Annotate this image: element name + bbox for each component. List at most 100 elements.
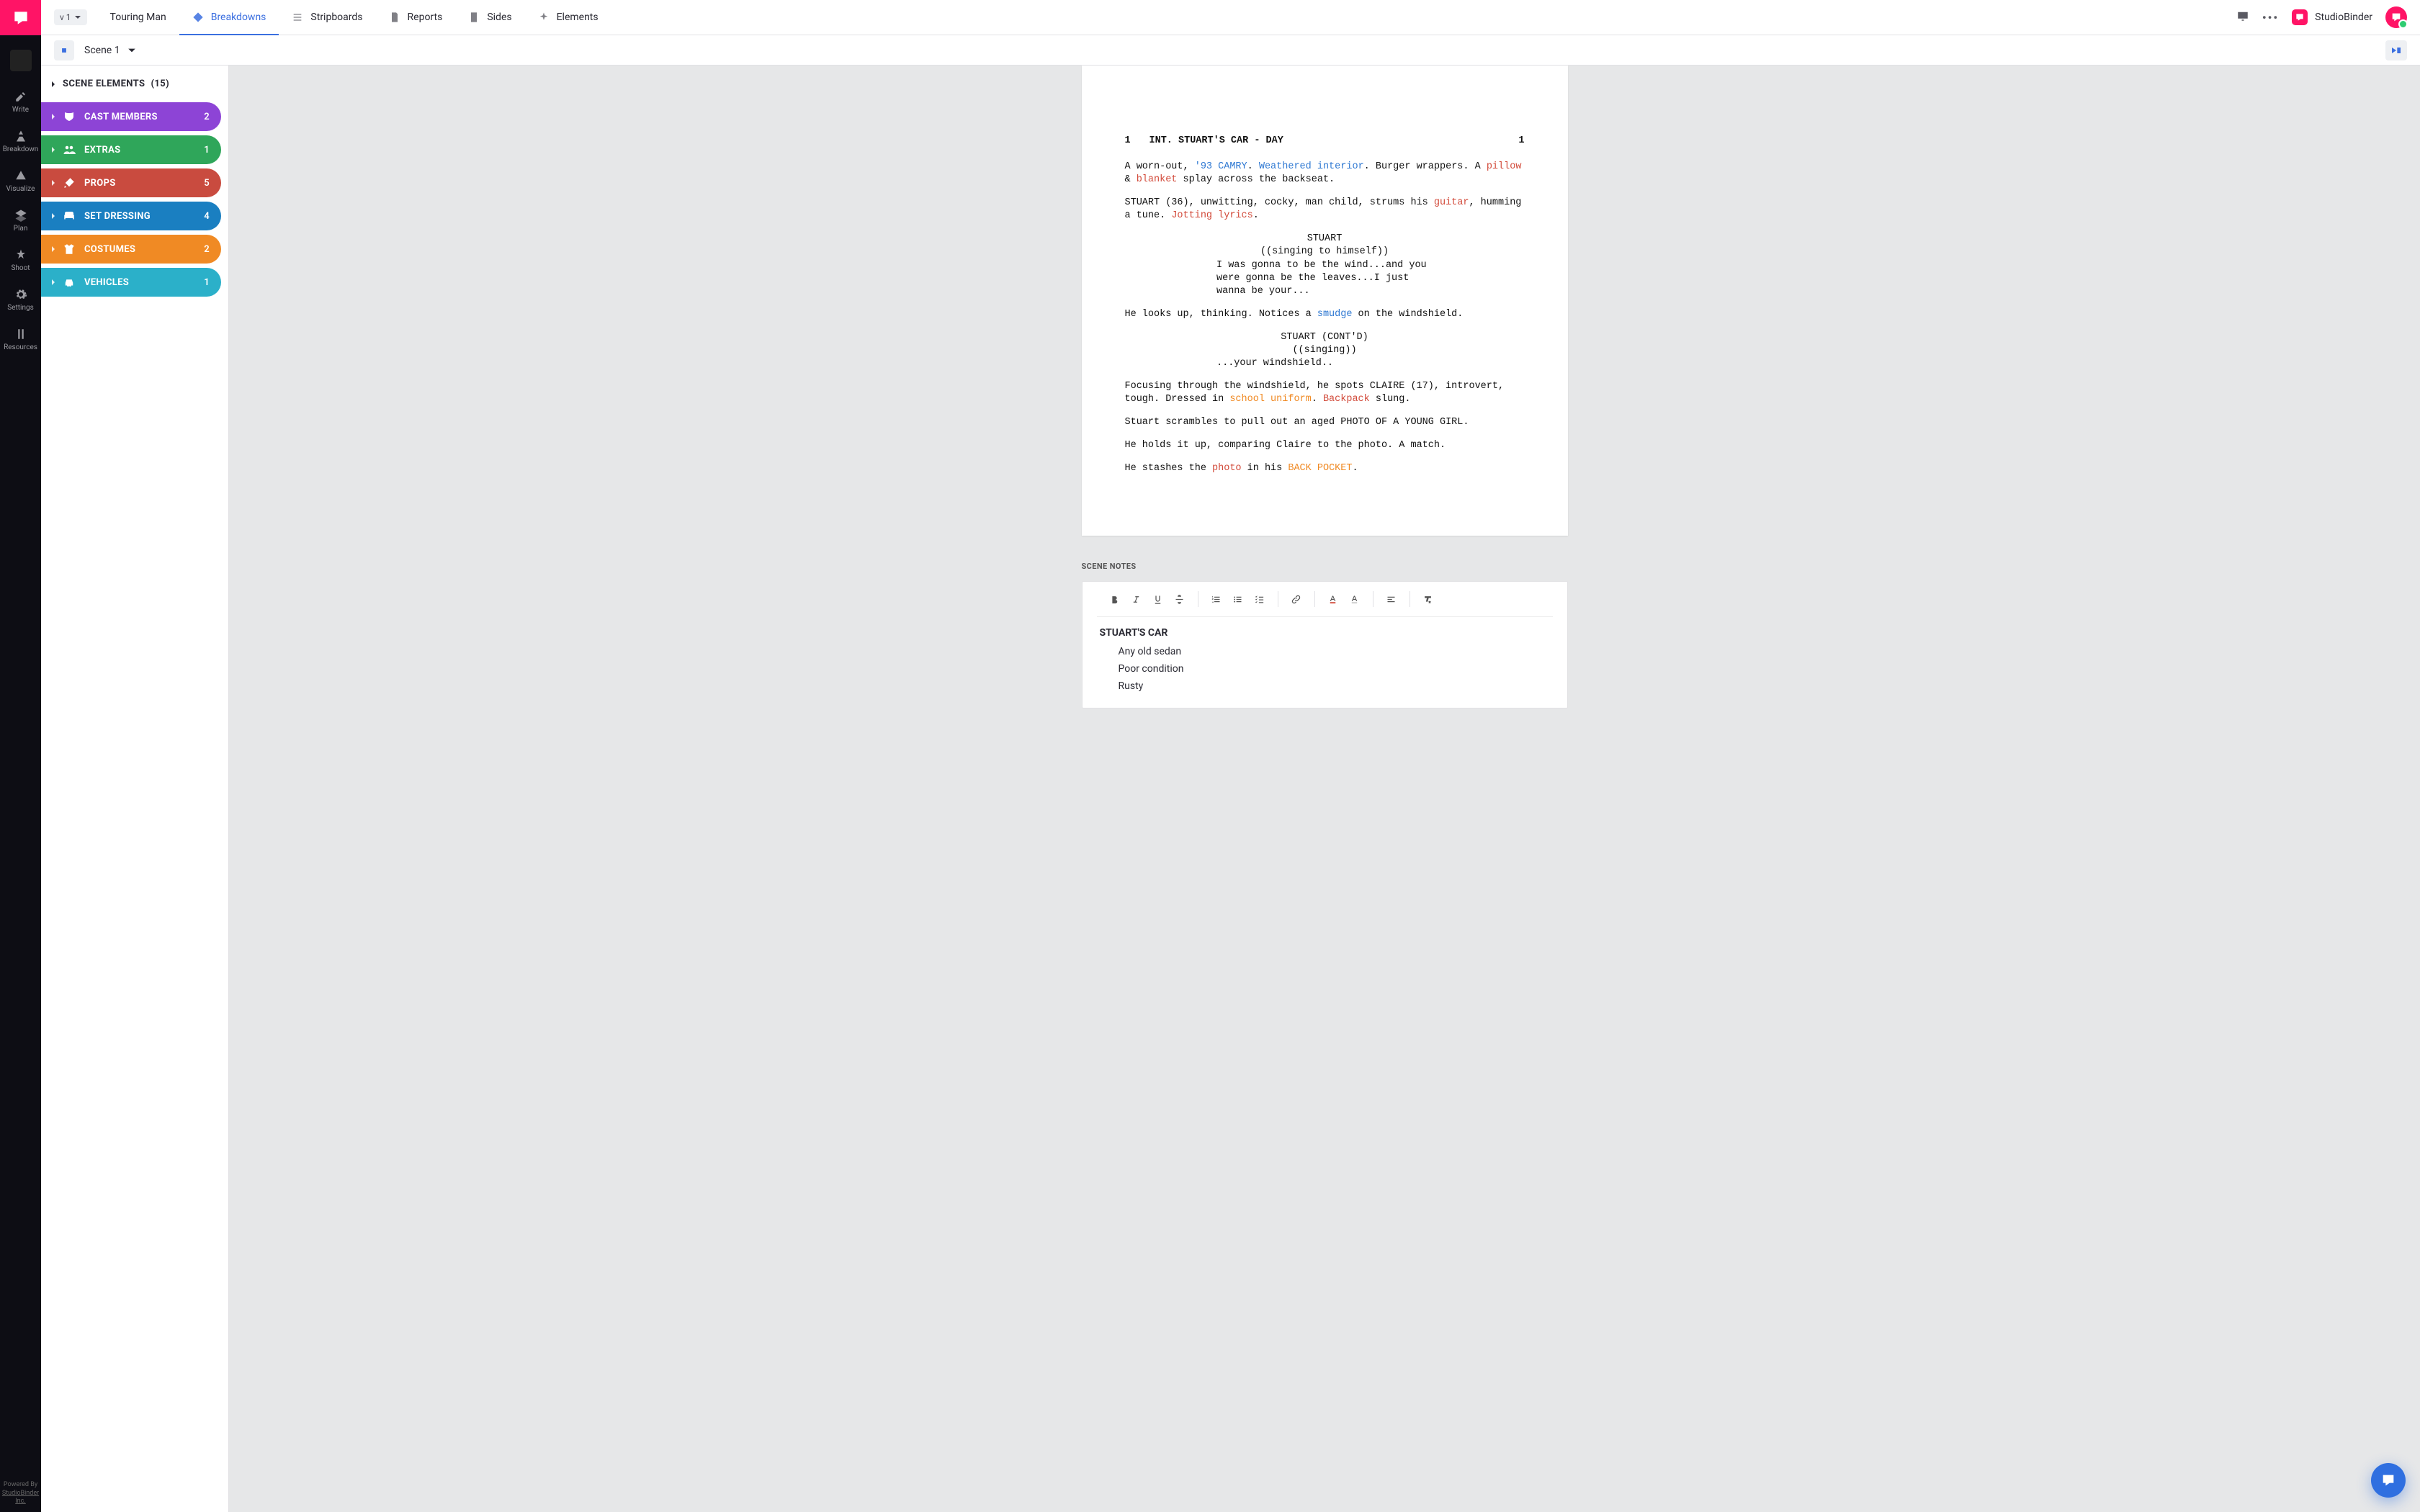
- brand-square-icon: [2292, 9, 2308, 25]
- action-paragraph[interactable]: A worn-out, '93 CAMRY. Weathered interio…: [1125, 161, 1525, 186]
- scene-view-toggle[interactable]: [54, 40, 74, 60]
- script-workspace[interactable]: 1 INT. STUART'S CAR - DAY 1 A worn-out, …: [229, 66, 2420, 1512]
- category-label: Props: [84, 178, 204, 189]
- sparkle-icon: [538, 12, 550, 23]
- bullet-list-button[interactable]: [1227, 589, 1249, 609]
- rail-item-visualize[interactable]: Visualize: [0, 162, 41, 202]
- version-selector[interactable]: v 1: [54, 9, 87, 25]
- category-set-dressing[interactable]: Set Dressing 4: [41, 202, 221, 230]
- scene-notes-title: SCENE NOTES: [1082, 562, 1568, 571]
- shirt-icon: [63, 243, 76, 256]
- checklist-button[interactable]: [1249, 589, 1270, 609]
- text-color-button[interactable]: [1322, 589, 1344, 609]
- account-chip[interactable]: StudioBinder: [2292, 9, 2372, 25]
- notes-editor[interactable]: STUART'S CAR Any old sedan Poor conditio…: [1083, 627, 1567, 695]
- link-button[interactable]: [1286, 589, 1307, 609]
- bold-button[interactable]: [1104, 589, 1126, 609]
- help-chat-button[interactable]: [2371, 1463, 2406, 1498]
- category-count: 2: [204, 244, 210, 255]
- chevron-right-icon: [50, 81, 57, 88]
- align-button[interactable]: [1381, 589, 1402, 609]
- scene-selector[interactable]: Scene 1: [84, 45, 136, 56]
- more-menu[interactable]: •••: [2262, 11, 2279, 24]
- tagged-element[interactable]: pillow: [1487, 161, 1522, 172]
- notes-heading[interactable]: STUART'S CAR: [1100, 627, 1550, 639]
- notes-bullet[interactable]: Poor condition: [1119, 660, 1550, 678]
- tab-reports[interactable]: Reports: [376, 0, 456, 35]
- tagged-element[interactable]: smudge: [1317, 309, 1353, 320]
- slugline: INT. STUART'S CAR - DAY: [1150, 135, 1500, 148]
- tagged-element[interactable]: photo: [1212, 463, 1242, 474]
- dialogue-line[interactable]: ...your windshield..: [1216, 357, 1433, 370]
- tab-label: Reports: [408, 12, 443, 23]
- rail-item-write[interactable]: Write: [0, 83, 41, 122]
- parenthetical[interactable]: ((singing to himself)): [1125, 246, 1525, 258]
- tab-label: Sides: [487, 12, 511, 23]
- script-page[interactable]: 1 INT. STUART'S CAR - DAY 1 A worn-out, …: [1082, 66, 1568, 536]
- dialogue-line[interactable]: wanna be your...: [1216, 285, 1433, 298]
- dialogue-line[interactable]: I was gonna to be the wind...and you: [1216, 259, 1433, 272]
- category-vehicles[interactable]: Vehicles 1: [41, 268, 221, 297]
- brush-icon: [63, 176, 76, 189]
- character-cue[interactable]: STUART: [1125, 233, 1525, 246]
- action-paragraph[interactable]: STUART (36), unwitting, cocky, man child…: [1125, 197, 1525, 222]
- tagged-element[interactable]: '93 CAMRY: [1195, 161, 1247, 172]
- parenthetical[interactable]: ((singing)): [1125, 344, 1525, 357]
- category-extras[interactable]: Extras 1: [41, 135, 221, 164]
- tagging-toggle[interactable]: [2385, 40, 2407, 60]
- category-props[interactable]: Props 5: [41, 168, 221, 197]
- tab-stripboards[interactable]: Stripboards: [279, 0, 375, 35]
- action-paragraph[interactable]: He looks up, thinking. Notices a smudge …: [1125, 308, 1525, 321]
- italic-button[interactable]: [1126, 589, 1147, 609]
- tagged-element[interactable]: Backpack: [1323, 394, 1370, 405]
- ordered-list-button[interactable]: [1206, 589, 1227, 609]
- brand-logo[interactable]: [0, 0, 41, 35]
- category-cast-members[interactable]: Cast Members 2: [41, 102, 221, 131]
- strikethrough-button[interactable]: [1169, 589, 1191, 609]
- action-paragraph[interactable]: Stuart scrambles to pull out an aged PHO…: [1125, 416, 1525, 429]
- tab-label: Elements: [557, 12, 599, 23]
- action-paragraph[interactable]: He holds it up, comparing Claire to the …: [1125, 439, 1525, 452]
- category-label: Cast Members: [84, 112, 204, 122]
- tab-elements[interactable]: Elements: [525, 0, 611, 35]
- tab-sides[interactable]: Sides: [455, 0, 524, 35]
- rail-label: Settings: [0, 304, 41, 312]
- notes-bullet[interactable]: Rusty: [1119, 678, 1550, 695]
- left-rail: Write Breakdown Visualize Plan Shoot Set…: [0, 0, 41, 1512]
- tab-breakdowns[interactable]: Breakdowns: [179, 0, 279, 35]
- rail-item-shoot[interactable]: Shoot: [0, 241, 41, 281]
- tagged-element[interactable]: blanket: [1137, 174, 1178, 185]
- tagged-element[interactable]: guitar: [1434, 197, 1469, 208]
- rail-item-settings[interactable]: Settings: [0, 281, 41, 320]
- action-paragraph[interactable]: Focusing through the windshield, he spot…: [1125, 380, 1525, 406]
- rail-item-resources[interactable]: Resources: [0, 320, 41, 360]
- scene-notes-card: STUART'S CAR Any old sedan Poor conditio…: [1082, 581, 1568, 708]
- chevron-right-icon: [50, 113, 57, 120]
- chevron-down-icon: [74, 14, 81, 21]
- user-avatar[interactable]: [2385, 6, 2407, 28]
- present-icon[interactable]: [2236, 9, 2249, 25]
- scene-elements-count: (15): [151, 78, 169, 89]
- rail-item-breakdown[interactable]: Breakdown: [0, 122, 41, 162]
- underline-button[interactable]: [1147, 589, 1169, 609]
- tagged-element[interactable]: school uniform: [1229, 394, 1311, 405]
- project-title-tab[interactable]: Touring Man: [97, 0, 179, 35]
- sub-nav: Scene 1: [41, 35, 2420, 66]
- scene-elements-header[interactable]: SCENE ELEMENTS (15): [41, 78, 221, 98]
- rail-item-plan[interactable]: Plan: [0, 202, 41, 241]
- chevron-right-icon: [50, 179, 57, 186]
- clear-format-button[interactable]: [1417, 589, 1439, 609]
- tagged-element[interactable]: BACK POCKET: [1288, 463, 1352, 474]
- tagged-element[interactable]: Weathered interior: [1259, 161, 1364, 172]
- project-title: Touring Man: [110, 12, 166, 23]
- action-paragraph[interactable]: He stashes the photo in his BACK POCKET.: [1125, 462, 1525, 475]
- tagged-element[interactable]: Jotting lyrics: [1171, 210, 1252, 221]
- category-label: Costumes: [84, 244, 204, 255]
- list-icon: [292, 12, 303, 23]
- dialogue-line[interactable]: were gonna be the leaves...I just: [1216, 272, 1433, 285]
- project-thumbnail[interactable]: [10, 50, 32, 71]
- category-costumes[interactable]: Costumes 2: [41, 235, 221, 264]
- notes-bullet[interactable]: Any old sedan: [1119, 643, 1550, 660]
- character-cue[interactable]: STUART (CONT'D): [1125, 331, 1525, 344]
- highlight-button[interactable]: [1344, 589, 1366, 609]
